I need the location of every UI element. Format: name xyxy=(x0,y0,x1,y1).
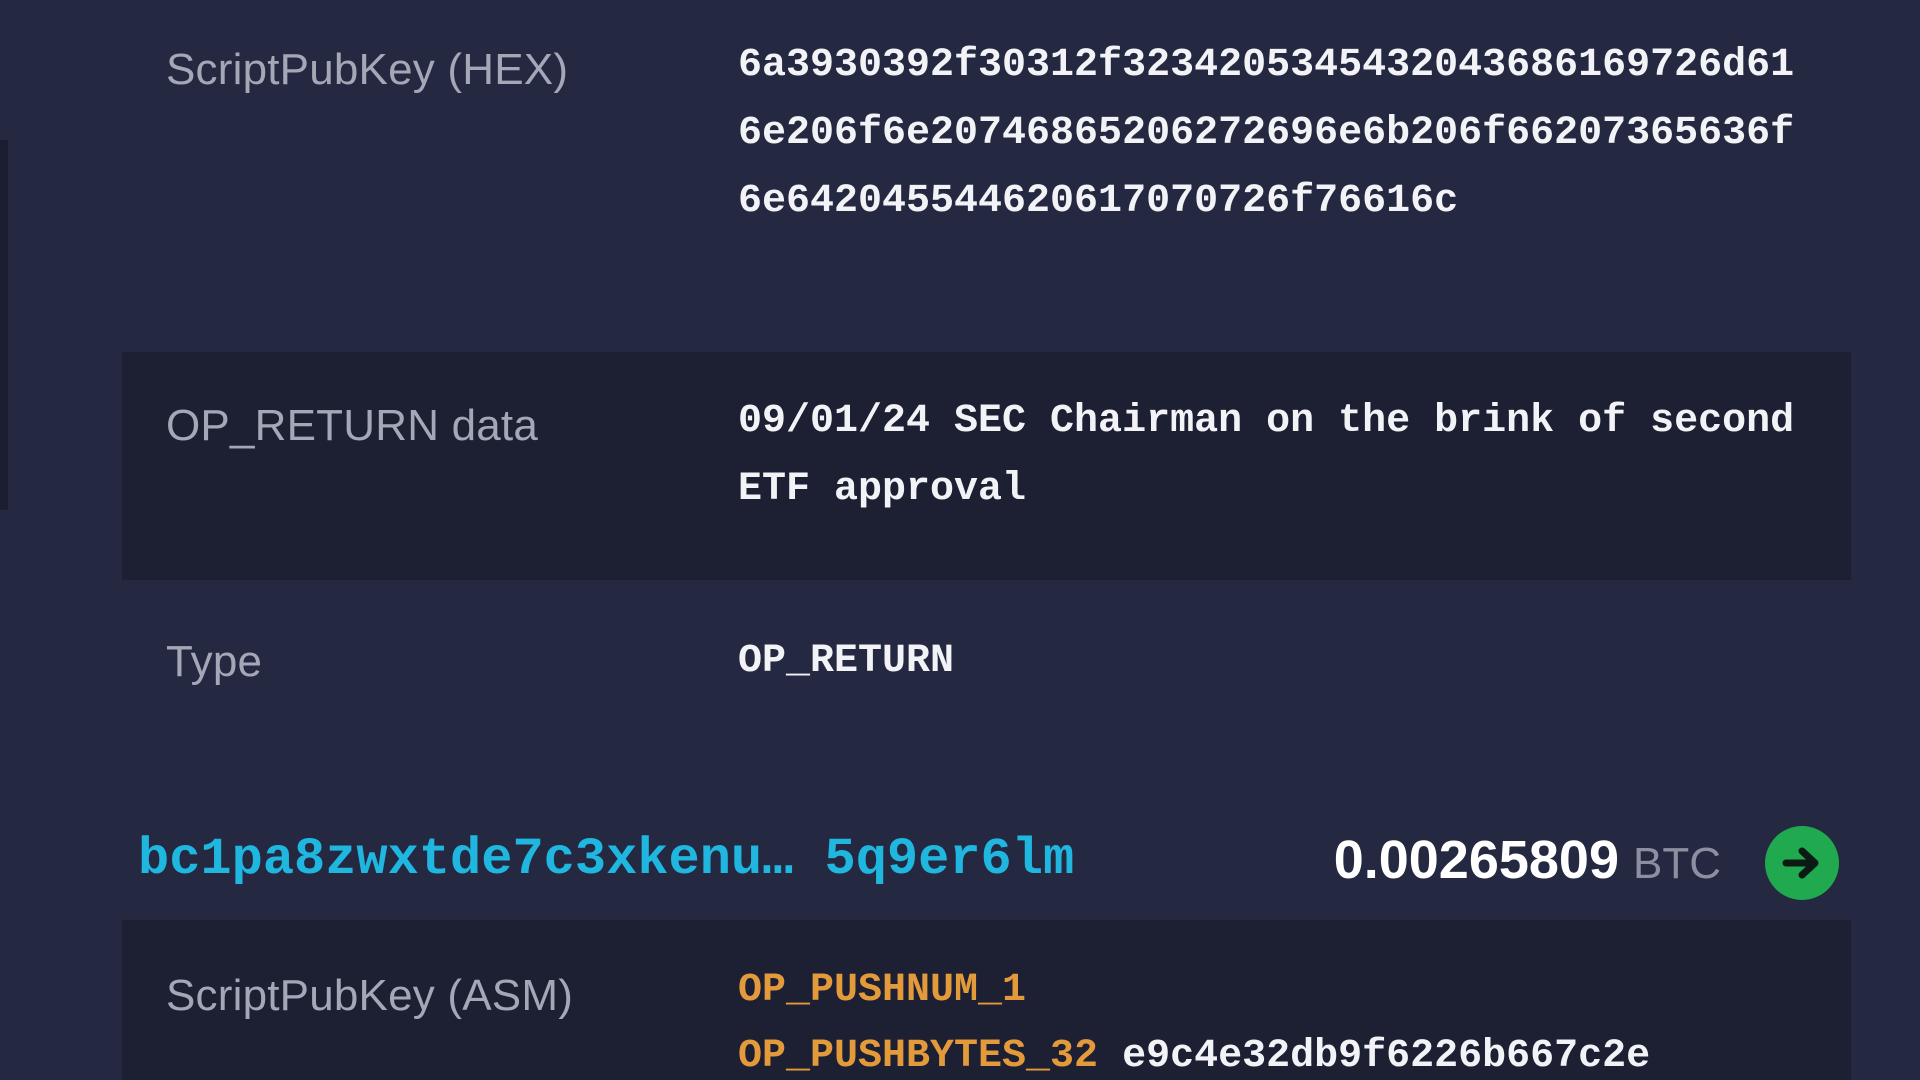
asm-opcode: OP_PUSHBYTES_32 xyxy=(738,1034,1099,1079)
output-header: bc1pa8zwxtde7c3xkenu… 5q9er6lm 0.0026580… xyxy=(122,810,1851,910)
asm-data: e9c4e32db9f6226b667c2e xyxy=(1122,1034,1651,1079)
op-return-data-value: 09/01/24 SEC Chairman on the brink of se… xyxy=(738,399,1795,512)
type-value: OP_RETURN xyxy=(738,639,955,684)
amount-unit: BTC xyxy=(1633,839,1721,888)
output-address-link[interactable]: bc1pa8zwxtde7c3xkenu… 5q9er6lm xyxy=(138,828,1074,892)
row-scriptpubkey-hex: ScriptPubKey (HEX) 6a3930392f30312f32342… xyxy=(122,0,1851,352)
type-label-text: Type xyxy=(166,637,263,686)
op-return-data-label: OP_RETURN data xyxy=(166,401,539,450)
arrow-right-icon xyxy=(1782,847,1819,879)
transaction-output-details: ScriptPubKey (HEX) 6a3930392f30312f32342… xyxy=(0,0,1920,1080)
scrollbar-track[interactable] xyxy=(0,140,8,510)
row-scriptpubkey-asm: ScriptPubKey (ASM) OP_PUSHNUM_1 OP_PUSHB… xyxy=(122,920,1851,1080)
scriptpubkey-asm-label: ScriptPubKey (ASM) xyxy=(166,971,574,1020)
row-op-return-data: OP_RETURN data 09/01/24 SEC Chairman on … xyxy=(122,352,1851,580)
scriptpubkey-hex-value: 6a3930392f30312f323420534543204368616972… xyxy=(738,43,1795,224)
asm-line-1: OP_PUSHNUM_1 xyxy=(738,958,1650,1024)
scriptpubkey-hex-label: ScriptPubKey (HEX) xyxy=(166,45,569,94)
asm-line-2: OP_PUSHBYTES_32 e9c4e32db9f6226b667c2e xyxy=(738,1024,1650,1080)
output-amount: 0.00265809 BTC xyxy=(1334,828,1721,906)
scriptpubkey-asm-value: OP_PUSHNUM_1 OP_PUSHBYTES_32 e9c4e32db9f6… xyxy=(738,958,1650,1080)
amount-value: 0.00265809 xyxy=(1333,830,1619,890)
go-to-output-button[interactable] xyxy=(1765,826,1839,900)
asm-opcode: OP_PUSHNUM_1 xyxy=(738,968,1027,1013)
